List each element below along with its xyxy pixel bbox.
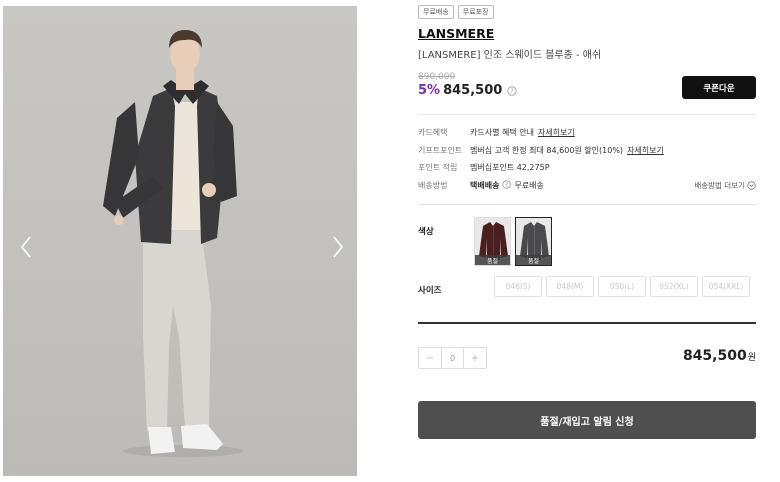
svg-text:?: ? (511, 88, 514, 95)
size-option-048[interactable]: 048(M) (546, 276, 594, 297)
delivery-value: 택배배송? 무료배송 (470, 179, 544, 191)
color-swatch-ash[interactable]: 품절 (515, 217, 552, 266)
card-benefit-detail-link[interactable]: 자세히보기 (538, 128, 575, 137)
divider (418, 204, 756, 205)
delivery-method: 택배배송 (470, 180, 500, 190)
card-benefit-label: 카드혜택 (418, 128, 448, 137)
size-option-046[interactable]: 046(S) (494, 276, 542, 297)
point-row: 포인트 적립 멤버십포인트 42,275P (418, 162, 758, 180)
quantity-value[interactable]: 0 (441, 348, 464, 368)
gift-point-label: 기프트포인트 (418, 145, 463, 155)
original-price: 890,000 (418, 72, 456, 82)
product-info-panel: 무료배송 무료포장 LANSMERE [LANSMERE] 인조 스웨이드 블루… (418, 0, 758, 482)
divider (418, 322, 756, 324)
quantity-minus-button[interactable]: − (419, 348, 441, 368)
product-photo (103, 30, 243, 457)
size-option-050[interactable]: 050(L) (598, 276, 646, 297)
svg-text:?: ? (506, 182, 509, 188)
delivery-fee: 무료배송 (514, 180, 544, 190)
total-price: 845,500 원 (683, 348, 756, 364)
color-option-label: 색상 (418, 227, 434, 237)
quantity-plus-button[interactable]: + (464, 348, 486, 368)
size-option-054[interactable]: 054(XXL) (702, 276, 750, 297)
brand-link[interactable]: LANSMERE (418, 26, 494, 41)
product-image-gallery[interactable] (3, 6, 357, 476)
total-price-value: 845,500 (682, 348, 747, 364)
benefit-list: 카드혜택 카드사별 혜택 안내 자세히보기 기프트포인트 멤버십 고객 한정 최대… (418, 127, 758, 197)
size-option-052[interactable]: 052(XL) (650, 276, 698, 297)
divider (418, 114, 756, 115)
delivery-help-icon[interactable]: ? (502, 179, 512, 189)
point-value: 멤버십포인트 42,275P (470, 163, 550, 172)
color-swatch-burgundy[interactable]: 품절 (474, 217, 511, 266)
gift-point-detail-link[interactable]: 자세히보기 (627, 146, 664, 155)
chevron-left-icon (20, 236, 31, 258)
prev-image-button[interactable] (17, 232, 35, 262)
delivery-label: 배송방법 (418, 180, 448, 190)
delivery-row: 배송방법 택배배송? 무료배송 배송방법 더보기 (418, 179, 758, 198)
total-price-currency: 원 (747, 353, 756, 363)
price-row: 5% 845,500 ? (418, 83, 517, 98)
chevron-down-circle-icon (747, 180, 756, 190)
soldout-label: 품절 (475, 255, 510, 265)
price-help-icon[interactable]: ? (507, 85, 517, 96)
quantity-stepper: − 0 + (418, 347, 487, 369)
discount-rate: 5% (418, 83, 441, 98)
restock-notify-button[interactable]: 품절/재입고 알림 신청 (418, 401, 756, 439)
delivery-more-button[interactable]: 배송방법 더보기 (694, 180, 756, 191)
badge-list: 무료배송 무료포장 (418, 5, 494, 19)
point-label: 포인트 적립 (418, 163, 458, 172)
chevron-right-icon (333, 236, 344, 258)
gift-point-row: 기프트포인트 멤버십 고객 한정 최대 84,600원 할인(10%) 자세히보기 (418, 145, 758, 163)
free-wrapping-badge: 무료포장 (457, 5, 494, 19)
product-title: [LANSMERE] 인조 스웨이드 블루종 - 애쉬 (418, 50, 602, 61)
card-benefit-value: 카드사별 혜택 안내 자세히보기 (470, 127, 575, 138)
soldout-label: 품절 (516, 255, 551, 265)
size-option-list: 046(S) 048(M) 050(L) 052(XL) 054(XXL) (494, 276, 750, 297)
color-swatch-list: 품절 품절 (474, 217, 552, 266)
sale-price: 845,500 (443, 83, 503, 98)
gift-point-value: 멤버십 고객 한정 최대 84,600원 할인(10%) 자세히보기 (470, 145, 664, 156)
gift-point-text: 멤버십 고객 한정 최대 84,600원 할인(10%) (470, 145, 624, 155)
coupon-download-button[interactable]: 쿠폰다운 (682, 76, 756, 99)
next-image-button[interactable] (329, 232, 347, 262)
delivery-more-label: 배송방법 더보기 (694, 180, 745, 190)
card-benefit-text: 카드사별 혜택 안내 (470, 128, 534, 137)
size-option-label: 사이즈 (418, 286, 442, 296)
card-benefit-row: 카드혜택 카드사별 혜택 안내 자세히보기 (418, 127, 758, 145)
free-shipping-badge: 무료배송 (418, 5, 454, 19)
